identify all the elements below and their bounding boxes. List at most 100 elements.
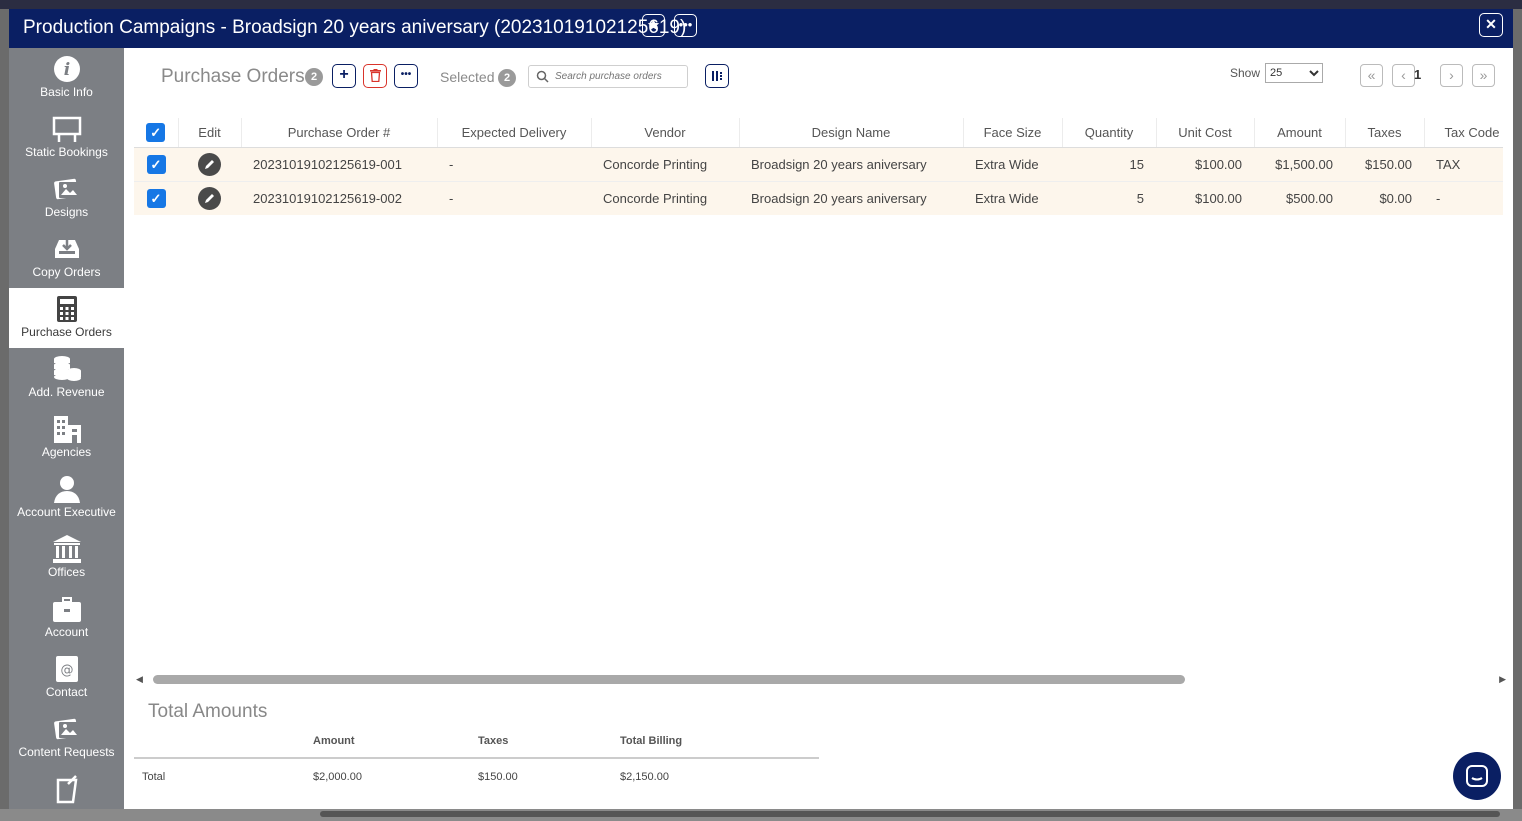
- vendor-cell: Concorde Printing: [591, 181, 739, 215]
- column-header[interactable]: Tax Code: [1424, 118, 1503, 148]
- table-header-row: ✓ Edit Purchase Order # Expected Deliver…: [134, 118, 1503, 148]
- face-size-cell: Extra Wide: [963, 181, 1062, 215]
- totals-taxes-value: $150.00: [478, 771, 518, 783]
- sidebar-item-agencies[interactable]: Agencies: [9, 408, 124, 468]
- next-page-button[interactable]: ›: [1440, 64, 1463, 87]
- images-icon: [53, 178, 79, 200]
- search-icon: [536, 70, 549, 83]
- sidebar-item-designs[interactable]: Designs: [9, 168, 124, 228]
- info-icon: i: [53, 56, 80, 82]
- double-chevron-right-icon: »: [1479, 67, 1488, 83]
- column-header[interactable]: Face Size: [963, 118, 1063, 148]
- sidebar-item-add-revenue[interactable]: Add. Revenue: [9, 348, 124, 408]
- images-icon: [53, 718, 79, 740]
- sidebar-item-label: Basic Info: [40, 85, 93, 99]
- sidebar-item-offices[interactable]: Offices: [9, 528, 124, 588]
- po-number-cell: 20231019102125619-002: [241, 181, 437, 215]
- edit-row-button[interactable]: [198, 152, 221, 176]
- scroll-left-arrow-icon[interactable]: ◀: [136, 674, 143, 685]
- quantity-cell: 5: [1062, 181, 1156, 215]
- buildings-icon: [53, 416, 81, 443]
- row-select-cell: ✓: [134, 181, 178, 215]
- column-header[interactable]: Quantity: [1062, 118, 1157, 148]
- chat-launcher-button[interactable]: [1453, 752, 1501, 800]
- backdrop-scrollbar: [320, 811, 1500, 817]
- horizontal-scrollbar[interactable]: ◀ ▶: [136, 672, 1506, 686]
- sidebar-item-label: Add. Revenue: [28, 385, 105, 399]
- edit-row-button[interactable]: [198, 186, 221, 210]
- sidebar-item-label: Offices: [47, 565, 86, 579]
- po-number-cell: 20231019102125619-001: [241, 147, 437, 182]
- chevron-right-icon: ›: [1449, 67, 1454, 83]
- select-all-checkbox[interactable]: ✓: [146, 122, 166, 142]
- show-label: Show: [1230, 66, 1261, 80]
- selected-count-badge: 2: [498, 69, 516, 87]
- trash-icon: [369, 69, 381, 83]
- sidebar-item-label: Agencies: [41, 445, 92, 459]
- totals-header-row: Amount Taxes Total Billing: [134, 729, 819, 759]
- address-book-icon: @: [55, 656, 78, 682]
- favorite-button[interactable]: [642, 14, 665, 37]
- scroll-right-arrow-icon[interactable]: ▶: [1499, 674, 1506, 685]
- first-page-button[interactable]: «: [1360, 64, 1383, 87]
- column-header[interactable]: Edit: [178, 118, 242, 148]
- expected-delivery-cell: -: [437, 147, 591, 182]
- column-header[interactable]: Amount: [1254, 118, 1346, 148]
- star-icon: [647, 19, 660, 30]
- tax-code-cell: TAX: [1424, 147, 1503, 182]
- row-checkbox[interactable]: ✓: [146, 154, 166, 174]
- table-row[interactable]: ✓ 20231019102125619-001 - Concorde Print…: [134, 147, 1503, 182]
- sidebar-item-copy-orders[interactable]: Copy Orders: [9, 228, 124, 288]
- column-header[interactable]: Vendor: [591, 118, 740, 148]
- pencil-icon: [204, 159, 214, 169]
- page-size-select[interactable]: 102550100: [1265, 63, 1323, 83]
- row-checkbox[interactable]: ✓: [146, 188, 166, 208]
- dialog-titlebar: Production Campaigns - Broadsign 20 year…: [9, 9, 1513, 48]
- ellipsis-icon: •••: [678, 17, 693, 32]
- column-header[interactable]: Expected Delivery: [437, 118, 592, 148]
- totals-billing-value: $2,150.00: [620, 771, 669, 783]
- current-page: 1: [1414, 67, 1422, 82]
- more-actions-button[interactable]: •••: [394, 64, 418, 88]
- sidebar-item-basic-info[interactable]: i Basic Info: [9, 48, 124, 108]
- sidebar-item-account[interactable]: Account: [9, 588, 124, 648]
- totals-row-label: Total: [142, 771, 166, 783]
- briefcase-icon: [52, 597, 81, 622]
- tax-code-cell: -: [1424, 181, 1503, 215]
- column-header[interactable]: Design Name: [739, 118, 964, 148]
- search-input[interactable]: [555, 69, 683, 84]
- delete-button[interactable]: [363, 64, 387, 88]
- columns-button[interactable]: [705, 64, 729, 88]
- sidebar-item-account-executive[interactable]: Account Executive: [9, 468, 124, 528]
- sidebar-item-contact[interactable]: @ Contact: [9, 648, 124, 708]
- coins-icon: [53, 356, 81, 381]
- prev-page-button[interactable]: ‹: [1392, 64, 1415, 87]
- sidebar-item-label: Account Executive: [17, 505, 116, 519]
- sidebar-item-purchase-orders[interactable]: Purchase Orders: [9, 288, 124, 348]
- sidebar-item-more[interactable]: [9, 768, 124, 809]
- sidebar: i Basic Info Static Bookings Designs Cop…: [9, 48, 124, 809]
- sidebar-item-static-bookings[interactable]: Static Bookings: [9, 108, 124, 168]
- column-header[interactable]: Purchase Order #: [241, 118, 438, 148]
- table-row[interactable]: ✓ 20231019102125619-002 - Concorde Print…: [134, 181, 1503, 215]
- search-box: [528, 65, 688, 88]
- edit-note-icon: [56, 775, 77, 804]
- sidebar-item-content-requests[interactable]: Content Requests: [9, 708, 124, 768]
- add-purchase-order-button[interactable]: +: [332, 64, 356, 88]
- main-panel: Purchase Orders 2 + ••• Selected 2 Show …: [124, 48, 1513, 809]
- sidebar-item-label: Content Requests: [18, 745, 115, 759]
- column-header[interactable]: Unit Cost: [1156, 118, 1255, 148]
- title-more-button[interactable]: •••: [674, 14, 697, 37]
- taxes-cell: $0.00: [1345, 181, 1424, 215]
- scrollbar-thumb[interactable]: [153, 675, 1185, 684]
- totals-amount-value: $2,000.00: [313, 771, 362, 783]
- last-page-button[interactable]: »: [1472, 64, 1495, 87]
- column-header[interactable]: Taxes: [1345, 118, 1425, 148]
- design-name-cell: Broadsign 20 years aniversary: [739, 147, 963, 182]
- close-dialog-button[interactable]: ✕: [1479, 13, 1503, 37]
- backdrop-top-bar: [0, 0, 1522, 9]
- row-edit-cell: [178, 181, 241, 215]
- unit-cost-cell: $100.00: [1156, 147, 1254, 182]
- chevron-left-icon: ‹: [1401, 67, 1406, 83]
- billboard-icon: [52, 116, 81, 142]
